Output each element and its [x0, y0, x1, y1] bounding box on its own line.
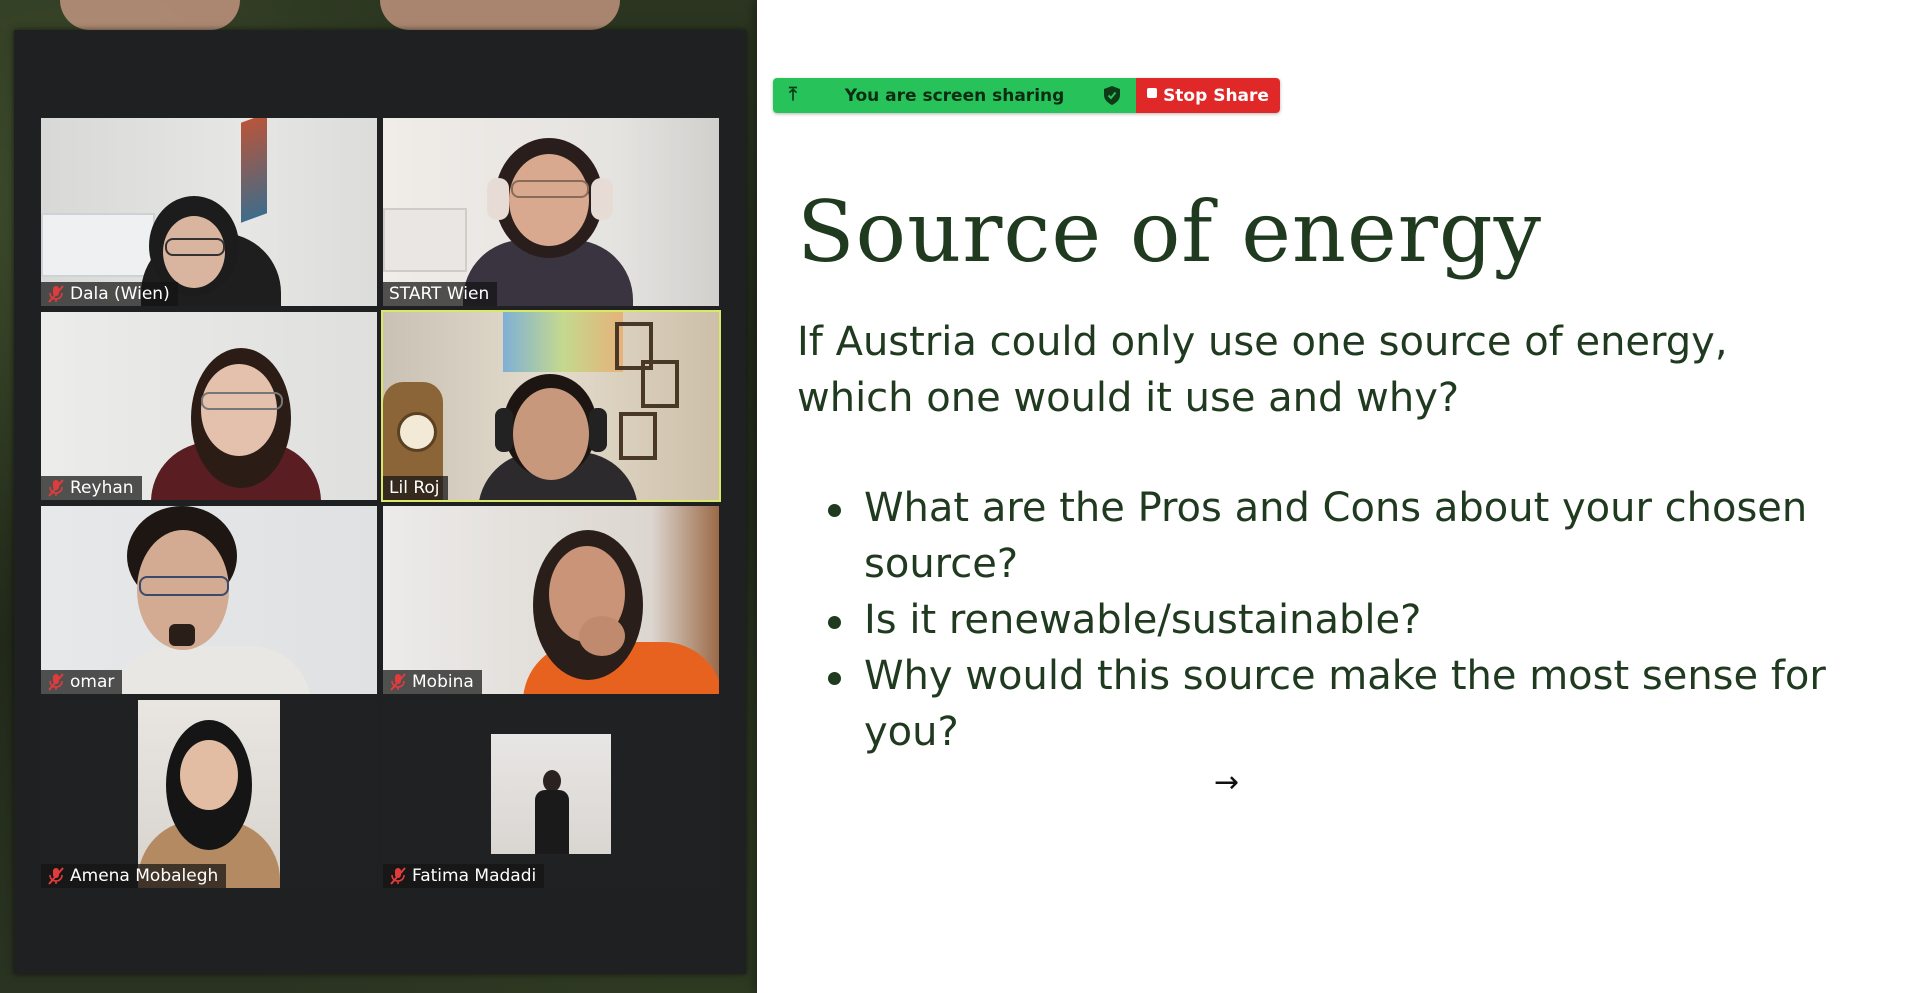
bullet-line: Why would this source make the most sens… [864, 653, 1826, 699]
participant-name-tag: START Wien [383, 282, 498, 306]
participant-name-tag: Dala (Wien) [41, 282, 178, 306]
slide-title: Source of energy [797, 183, 1543, 281]
question-line: If Austria could only use one source of … [797, 319, 1728, 365]
video-feed [383, 506, 719, 694]
muted-mic-icon [48, 867, 64, 885]
glasses [201, 392, 283, 410]
participant-name: Lil Roj [389, 478, 440, 498]
radiator [383, 208, 467, 272]
video-feed [491, 734, 611, 854]
sharing-status-text: You are screen sharing [844, 85, 1065, 106]
shield-check-icon [1104, 86, 1120, 105]
muted-mic-icon [390, 867, 406, 885]
video-feed [41, 312, 377, 500]
glasses [511, 180, 589, 198]
participant-name: omar [70, 672, 115, 692]
video-feed [138, 700, 280, 888]
muted-mic-icon [48, 479, 64, 497]
window [41, 213, 155, 277]
participant-name-tag: Fatima Madadi [383, 864, 545, 888]
wall-map [503, 312, 623, 372]
glasses [139, 576, 229, 596]
pin-icon[interactable]: ⤒ [789, 84, 797, 105]
muted-mic-icon [48, 285, 64, 303]
muted-mic-icon [390, 673, 406, 691]
person-face [513, 388, 589, 480]
participant-name: Reyhan [70, 478, 134, 498]
bullet-line: source? [864, 541, 1019, 587]
stop-square-icon [1147, 87, 1158, 98]
person-head [543, 770, 561, 792]
person-face [509, 154, 589, 246]
slide-question: If Austria could only use one source of … [797, 314, 1797, 426]
video-tile[interactable]: START Wien [383, 118, 719, 306]
video-tile[interactable]: Reyhan [41, 312, 377, 500]
stop-share-button[interactable]: Stop Share [1136, 78, 1280, 113]
bullet-line: Is it renewable/sustainable? [864, 597, 1422, 643]
pointer-arrow-icon: → [1214, 765, 1240, 800]
slide-bullet-list: What are the Pros and Cons about your ch… [826, 480, 1826, 760]
glasses [165, 238, 225, 256]
clock-face [397, 412, 437, 452]
bullet-item: What are the Pros and Cons about your ch… [826, 480, 1826, 592]
headphone-right [591, 178, 613, 220]
video-feed [383, 312, 719, 500]
participant-name-tag: Lil Roj [383, 476, 448, 500]
background-hand-left [60, 0, 240, 30]
video-tile[interactable]: Mobina [383, 506, 719, 694]
participant-name-tag: omar [41, 670, 123, 694]
background-hand-right [380, 0, 620, 30]
person-face [180, 740, 238, 810]
person-hand [579, 616, 625, 656]
participant-name: Fatima Madadi [412, 866, 537, 886]
video-feed [41, 506, 377, 694]
sharing-status[interactable]: ⤒ You are screen sharing [773, 78, 1136, 113]
picture-frame [641, 360, 679, 408]
video-tile[interactable]: Dala (Wien) [41, 118, 377, 306]
person-body [111, 646, 311, 694]
participant-name-tag: Reyhan [41, 476, 142, 500]
participant-name-tag: Mobina [383, 670, 482, 694]
video-tile[interactable]: Amena Mobalegh [41, 700, 377, 888]
question-line: which one would it use and why? [797, 375, 1460, 421]
bullet-line: you? [864, 709, 959, 755]
headphone-left [495, 408, 513, 452]
video-tile[interactable]: Fatima Madadi [383, 700, 719, 888]
headphone-left [487, 178, 509, 220]
person-body [535, 790, 569, 854]
video-tile-active-speaker[interactable]: Lil Roj [381, 310, 721, 502]
video-tile[interactable]: omar [41, 506, 377, 694]
muted-mic-icon [48, 673, 64, 691]
bullet-item: Is it renewable/sustainable? [826, 592, 1826, 648]
video-feed [41, 118, 377, 306]
headphone-right [589, 408, 607, 452]
participant-name: START Wien [389, 284, 490, 304]
stop-share-label: Stop Share [1163, 85, 1269, 106]
participant-name: Dala (Wien) [70, 284, 170, 304]
person-face [201, 364, 277, 456]
wall-painting [241, 118, 267, 223]
bullet-line: What are the Pros and Cons about your ch… [864, 485, 1808, 531]
meeting-gallery-window[interactable]: Dala (Wien) START Wien Reyhan Lil Roj om… [14, 30, 746, 974]
beard [169, 624, 195, 646]
bullet-item: Why would this source make the most sens… [826, 648, 1826, 760]
picture-frame [619, 412, 657, 460]
screen-share-bar[interactable]: ⤒ You are screen sharing Stop Share [773, 78, 1280, 113]
participant-name: Mobina [412, 672, 474, 692]
participant-name: Amena Mobalegh [70, 866, 219, 886]
video-feed [383, 118, 719, 306]
participant-name-tag: Amena Mobalegh [41, 864, 227, 888]
